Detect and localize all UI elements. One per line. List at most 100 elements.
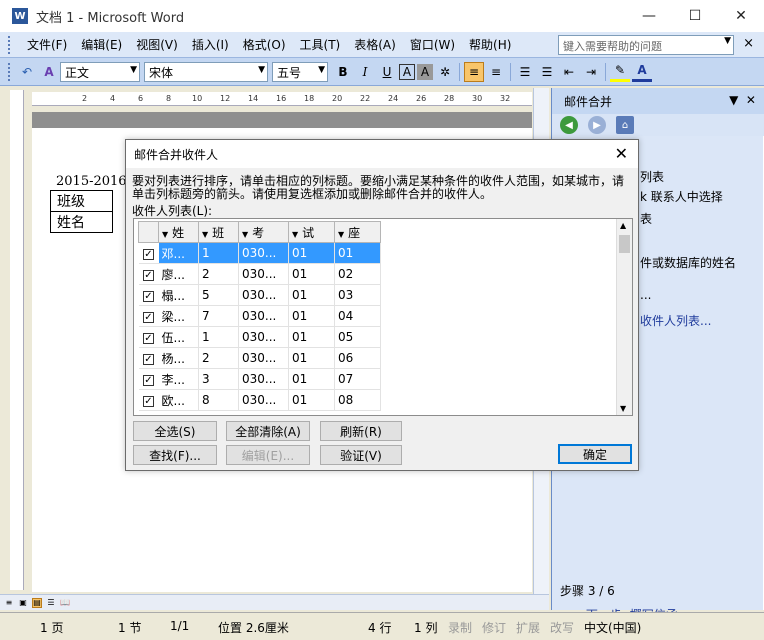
highlight-icon[interactable]: ✎ xyxy=(610,62,630,82)
chevron-down-icon[interactable]: ▼ xyxy=(162,230,168,239)
toolbar-grip[interactable] xyxy=(8,35,12,54)
table-row[interactable]: ✓ 廖... 2 030... 01 02 xyxy=(138,263,381,285)
column-header[interactable]: ▼ 姓 xyxy=(158,221,199,243)
decrease-indent-icon[interactable]: ⇤ xyxy=(559,62,579,82)
scroll-down-icon[interactable]: ▼ xyxy=(620,404,626,413)
bullet-list-icon[interactable]: ☰ xyxy=(537,62,557,82)
recipient-checkbox[interactable]: ✓ xyxy=(143,270,154,281)
chevron-down-icon[interactable]: ▼ xyxy=(338,230,344,239)
menu-tools[interactable]: 工具(T) xyxy=(293,36,348,53)
column-header[interactable]: ▼ 试 xyxy=(288,221,335,243)
table-row[interactable]: ✓ 梁... 7 030... 01 04 xyxy=(138,305,381,327)
list-vertical-scrollbar[interactable]: ▲ ▼ xyxy=(616,219,632,415)
close-button[interactable]: ✕ xyxy=(718,0,764,32)
forward-icon[interactable]: ▶ xyxy=(588,116,606,134)
table-cell: 01 xyxy=(334,242,381,264)
task-pane-controls[interactable]: ▼ ✕ xyxy=(729,93,756,107)
edit-recipient-list-link[interactable]: 收件人列表... xyxy=(640,312,711,329)
table-row[interactable]: ✓ 李... 3 030... 01 07 xyxy=(138,368,381,390)
recipient-checkbox[interactable]: ✓ xyxy=(143,375,154,386)
menu-help[interactable]: 帮助(H) xyxy=(462,36,518,53)
column-header[interactable]: ▼ 考 xyxy=(238,221,289,243)
styles-pane-icon[interactable]: A xyxy=(39,62,59,82)
validate-button[interactable]: 验证(V) xyxy=(320,445,402,465)
table-row[interactable]: ✓ 伍... 1 030... 01 05 xyxy=(138,326,381,348)
table-row[interactable]: ✓ 榻... 5 030... 01 03 xyxy=(138,284,381,306)
refresh-button[interactable]: 刷新(R) xyxy=(320,421,402,441)
minimize-button[interactable]: — xyxy=(626,0,672,32)
home-icon[interactable]: ⌂ xyxy=(616,116,634,134)
table-row[interactable]: ✓ 杨... 2 030... 01 06 xyxy=(138,347,381,369)
style-select[interactable]: 正文 ▼ xyxy=(60,61,140,82)
ok-button[interactable]: 确定 xyxy=(558,444,632,464)
recipient-checkbox[interactable]: ✓ xyxy=(143,312,154,323)
table-cell: 廖... xyxy=(158,263,199,285)
align-distribute-icon[interactable]: ≡ xyxy=(486,62,506,82)
document-table[interactable]: 班级 姓名 xyxy=(50,190,113,233)
undo-icon[interactable]: ↶ xyxy=(17,62,37,82)
align-justify-icon[interactable]: ≡ xyxy=(464,61,484,82)
table-cell[interactable]: 班级 xyxy=(50,190,113,212)
document-horizontal-scrollbar[interactable]: ≡ ▣ ▤ ☰ 📖 xyxy=(0,594,549,610)
recipient-list[interactable]: ▼ 姓 ▼ 班 ▼ 考 ▼ 试 ▼ 座 ✓ 邓... 1 030... 01 01 ✓ 廖… xyxy=(133,218,633,416)
toolbar-grip[interactable] xyxy=(8,62,12,81)
numbered-list-icon[interactable]: ☰ xyxy=(515,62,535,82)
chevron-down-icon[interactable]: ▼ xyxy=(242,230,248,239)
status-overtype[interactable]: 改写 xyxy=(550,619,574,636)
font-select[interactable]: 宋体 ▼ xyxy=(144,61,268,82)
print-view-icon[interactable]: ▤ xyxy=(32,597,42,608)
menu-table[interactable]: 表格(A) xyxy=(347,36,403,53)
status-track-changes[interactable]: 修订 xyxy=(482,619,506,636)
underline-button[interactable]: U xyxy=(377,62,397,82)
chevron-down-icon[interactable]: ▼ xyxy=(292,230,298,239)
font-value: 宋体 xyxy=(149,65,174,80)
status-extend[interactable]: 扩展 xyxy=(516,619,540,636)
dialog-close-icon[interactable]: ✕ xyxy=(615,144,628,163)
horizontal-ruler[interactable]: 2 4 6 8 10 12 14 16 18 20 22 24 26 28 30… xyxy=(32,92,532,106)
menu-window[interactable]: 窗口(W) xyxy=(403,36,462,53)
increase-indent-icon[interactable]: ⇥ xyxy=(581,62,601,82)
menu-format[interactable]: 格式(O) xyxy=(236,36,293,53)
table-cell: 5 xyxy=(198,284,239,306)
column-header[interactable]: ▼ 座 xyxy=(334,221,381,243)
reading-view-icon[interactable]: 📖 xyxy=(60,598,70,608)
back-icon[interactable]: ◀ xyxy=(560,116,578,134)
web-view-icon[interactable]: ▣ xyxy=(18,598,28,608)
char-scale-icon[interactable]: ✲ xyxy=(435,62,455,82)
menu-view[interactable]: 视图(V) xyxy=(129,36,185,53)
menu-edit[interactable]: 编辑(E) xyxy=(74,36,129,53)
menu-file[interactable]: 文件(F) xyxy=(20,36,74,53)
recipient-checkbox[interactable]: ✓ xyxy=(143,354,154,365)
recipient-checkbox[interactable]: ✓ xyxy=(143,249,154,260)
char-shading-icon[interactable]: A xyxy=(417,63,433,80)
help-search-input[interactable]: 键入需要帮助的问题 ▼ xyxy=(558,35,734,55)
scroll-up-icon[interactable]: ▲ xyxy=(620,221,626,230)
italic-button[interactable]: I xyxy=(355,62,375,82)
font-color-button[interactable]: A xyxy=(632,62,652,82)
normal-view-icon[interactable]: ≡ xyxy=(4,598,14,608)
font-size-select[interactable]: 五号 ▼ xyxy=(272,61,328,82)
menu-insert[interactable]: 插入(I) xyxy=(185,36,236,53)
table-row[interactable]: ✓ 邓... 1 030... 01 01 xyxy=(138,242,381,264)
chevron-down-icon[interactable]: ▼ xyxy=(724,36,731,46)
scroll-thumb[interactable] xyxy=(619,235,630,253)
recipient-checkbox[interactable]: ✓ xyxy=(143,396,154,407)
vertical-ruler[interactable] xyxy=(10,90,24,590)
recipient-grid[interactable]: ▼ 姓 ▼ 班 ▼ 考 ▼ 试 ▼ 座 ✓ 邓... 1 030... 01 01 ✓ 廖… xyxy=(138,221,381,411)
column-header[interactable]: ▼ 班 xyxy=(198,221,239,243)
recipient-checkbox[interactable]: ✓ xyxy=(143,291,154,302)
table-cell[interactable]: 姓名 xyxy=(50,211,113,233)
outline-view-icon[interactable]: ☰ xyxy=(46,598,56,608)
char-border-icon[interactable]: A xyxy=(399,63,415,80)
maximize-button[interactable]: ☐ xyxy=(672,0,718,32)
find-button[interactable]: 查找(F)... xyxy=(133,445,217,465)
clear-all-button[interactable]: 全部清除(A) xyxy=(226,421,310,441)
recipient-checkbox[interactable]: ✓ xyxy=(143,333,154,344)
table-row[interactable]: ✓ 欧... 8 030... 01 08 xyxy=(138,389,381,411)
bold-button[interactable]: B xyxy=(333,62,353,82)
document-close-button[interactable]: × xyxy=(743,36,754,51)
ruler-tick: 8 xyxy=(166,94,172,103)
chevron-down-icon[interactable]: ▼ xyxy=(202,230,208,239)
select-all-button[interactable]: 全选(S) xyxy=(133,421,217,441)
status-record[interactable]: 录制 xyxy=(448,619,472,636)
